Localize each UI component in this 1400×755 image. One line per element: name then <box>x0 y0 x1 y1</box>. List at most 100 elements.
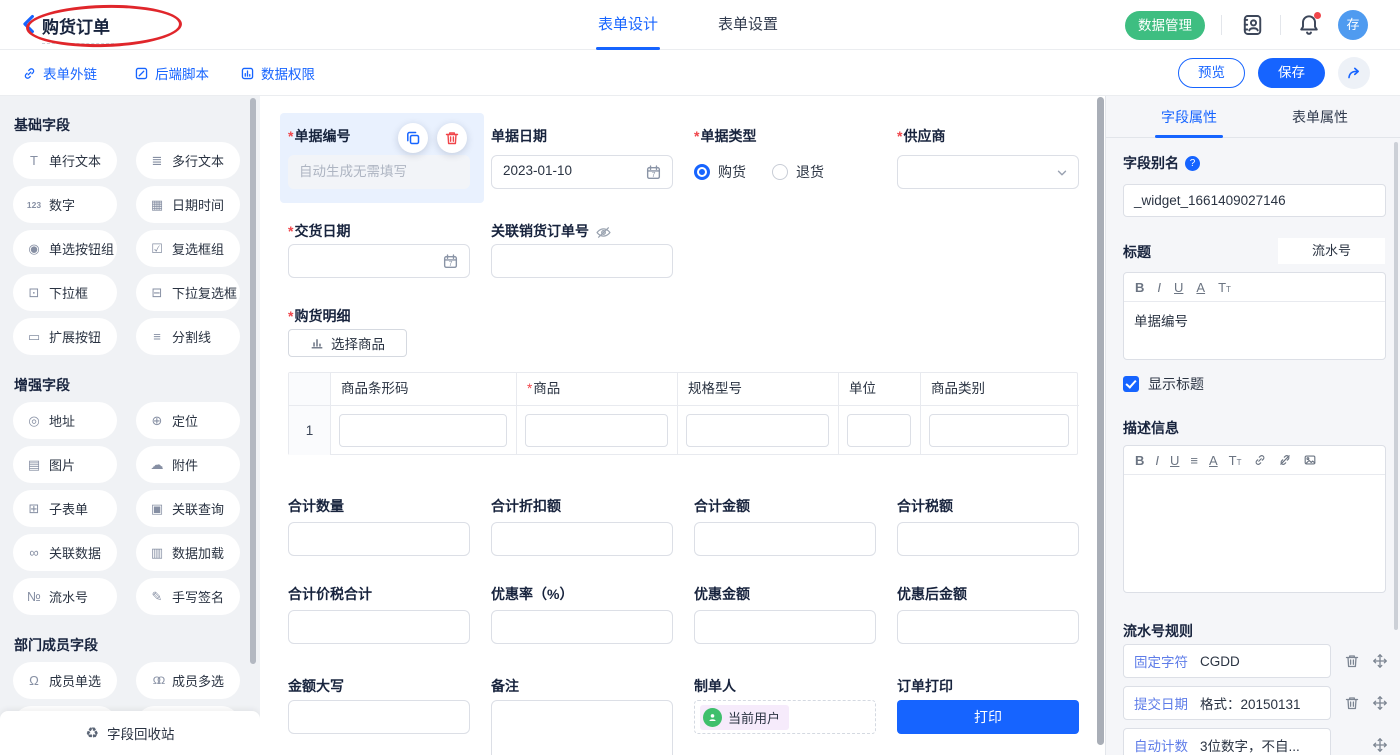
field-item-single-text[interactable]: T单行文本 <box>13 142 117 179</box>
radio-purchase[interactable]: 购货 <box>694 162 746 182</box>
description-editor[interactable]: B I U ≡ A TT <box>1123 445 1386 593</box>
field-item-image[interactable]: ▤图片 <box>13 446 117 483</box>
tab-form-properties[interactable]: 表单属性 <box>1292 96 1348 138</box>
alias-input[interactable]: _widget_1661409027146 <box>1123 184 1386 217</box>
move-rule-icon[interactable] <box>1372 653 1388 669</box>
field-item-divider[interactable]: ≡分割线 <box>136 318 240 355</box>
unit-input[interactable] <box>847 414 911 447</box>
back-button[interactable] <box>18 13 40 37</box>
rule-fixed-chars[interactable]: 固定字符CGDD <box>1123 644 1331 678</box>
delete-rule-icon[interactable] <box>1344 653 1360 669</box>
bold-icon[interactable]: B <box>1135 281 1144 294</box>
delivery-date-input[interactable]: 7 <box>288 244 470 278</box>
field-item-select[interactable]: ⊡下拉框 <box>13 274 117 311</box>
delete-rule-icon[interactable] <box>1344 695 1360 711</box>
amount-words-input[interactable] <box>288 700 470 734</box>
field-item-lookup[interactable]: ▣关联查询 <box>136 490 240 527</box>
notification-bell-icon[interactable] <box>1297 13 1321 37</box>
goods-input[interactable] <box>525 414 668 447</box>
rule-submit-date[interactable]: 提交日期格式：20150131 <box>1123 686 1331 720</box>
canvas-scrollbar[interactable] <box>1097 97 1104 745</box>
help-icon[interactable]: ? <box>1185 156 1200 171</box>
field-item-member-single[interactable]: Ω成员单选 <box>13 662 117 699</box>
move-rule-icon[interactable] <box>1372 695 1388 711</box>
tab-field-properties[interactable]: 字段属性 <box>1161 96 1217 138</box>
field-label-purchase-detail: 购货明细 <box>288 306 350 326</box>
field-item-data-load[interactable]: ▥数据加载 <box>136 534 240 571</box>
font-color-icon[interactable]: A <box>1209 454 1218 467</box>
category-input[interactable] <box>929 414 1069 447</box>
field-item-address[interactable]: ◎地址 <box>13 402 117 439</box>
field-type-tag[interactable]: 流水号 <box>1278 238 1385 264</box>
remark-textarea[interactable] <box>491 700 673 755</box>
barcode-input[interactable] <box>339 414 507 447</box>
total-amount-input[interactable] <box>694 522 876 556</box>
field-item-serial[interactable]: №流水号 <box>13 578 117 615</box>
copy-field-button[interactable] <box>398 123 428 153</box>
description-editor-content[interactable] <box>1124 475 1385 592</box>
field-item-datetime[interactable]: ▦日期时间 <box>136 186 240 223</box>
field-item-extend-button[interactable]: ▭扩展按钮 <box>13 318 117 355</box>
move-rule-icon[interactable] <box>1372 737 1388 753</box>
total-with-tax-input[interactable] <box>288 610 470 644</box>
field-item-number[interactable]: 123数字 <box>13 186 117 223</box>
supplier-select[interactable] <box>897 155 1079 189</box>
total-tax-input[interactable] <box>897 522 1079 556</box>
sidebar-scrollbar[interactable] <box>250 98 256 664</box>
field-item-multi-select[interactable]: ⊟下拉复选框 <box>136 274 240 311</box>
show-title-checkbox[interactable]: 显示标题 <box>1123 374 1204 394</box>
form-external-link[interactable]: 表单外链 <box>22 63 97 83</box>
panel-scrollbar[interactable] <box>1394 142 1398 630</box>
font-color-icon[interactable]: A <box>1196 281 1205 294</box>
link-icon[interactable] <box>1253 453 1267 467</box>
form-title[interactable]: 购货订单 <box>42 13 114 44</box>
field-item-location[interactable]: ⊕定位 <box>136 402 240 439</box>
current-user-tag[interactable]: 当前用户 <box>700 705 789 730</box>
field-item-attachment[interactable]: ☁附件 <box>136 446 240 483</box>
title-editor-content[interactable]: 单据编号 <box>1124 302 1385 359</box>
select-goods-button[interactable]: 选择商品 <box>288 329 407 357</box>
font-size-icon[interactable]: TT <box>1218 281 1231 294</box>
discount-amount-input[interactable] <box>694 610 876 644</box>
field-item-member-multi[interactable]: ΩΩ成员多选 <box>136 662 240 699</box>
backend-script-link[interactable]: 后端脚本 <box>134 63 209 83</box>
delete-field-button[interactable] <box>437 123 467 153</box>
radio-return[interactable]: 退货 <box>772 162 824 182</box>
doc-date-input[interactable]: 2023-01-10 7 <box>491 155 673 189</box>
insert-image-icon[interactable] <box>1303 453 1317 467</box>
save-button[interactable]: 保存 <box>1258 58 1325 88</box>
data-permission-link[interactable]: 数据权限 <box>240 63 315 83</box>
related-order-input[interactable] <box>491 244 673 278</box>
tab-form-settings[interactable]: 表单设置 <box>718 0 778 50</box>
italic-icon[interactable]: I <box>1155 454 1159 467</box>
field-item-link-data[interactable]: ∞关联数据 <box>13 534 117 571</box>
share-button[interactable] <box>1338 57 1370 89</box>
underline-icon[interactable]: U <box>1170 454 1179 467</box>
align-icon[interactable]: ≡ <box>1190 454 1198 467</box>
field-item-signature[interactable]: ✎手写签名 <box>136 578 240 615</box>
total-qty-input[interactable] <box>288 522 470 556</box>
print-button[interactable]: 打印 <box>897 700 1079 734</box>
preview-button[interactable]: 预览 <box>1178 58 1245 88</box>
after-discount-input[interactable] <box>897 610 1079 644</box>
field-recycle-bin[interactable]: ♻字段回收站 <box>0 711 260 755</box>
field-item-radio-group[interactable]: ◉单选按钮组 <box>13 230 117 267</box>
doc-no-input[interactable]: 自动生成无需填写 <box>288 155 470 189</box>
bold-icon[interactable]: B <box>1135 454 1144 467</box>
title-editor[interactable]: B I U A TT 单据编号 <box>1123 272 1386 360</box>
spec-input[interactable] <box>686 414 829 447</box>
field-item-subform[interactable]: ⊞子表单 <box>13 490 117 527</box>
tab-form-design[interactable]: 表单设计 <box>598 0 658 50</box>
discount-rate-input[interactable] <box>491 610 673 644</box>
contact-book-icon[interactable] <box>1240 13 1264 37</box>
field-item-multi-text[interactable]: ≣多行文本 <box>136 142 240 179</box>
field-item-checkbox-group[interactable]: ☑复选框组 <box>136 230 240 267</box>
rule-auto-count[interactable]: 自动计数3位数字，不自... <box>1123 728 1331 755</box>
unlink-icon[interactable] <box>1278 453 1292 467</box>
underline-icon[interactable]: U <box>1174 281 1183 294</box>
total-discount-input[interactable] <box>491 522 673 556</box>
user-avatar[interactable]: 存 <box>1338 10 1368 40</box>
data-manage-button[interactable]: 数据管理 <box>1125 11 1205 40</box>
font-size-icon[interactable]: TT <box>1229 454 1242 467</box>
italic-icon[interactable]: I <box>1157 281 1161 294</box>
